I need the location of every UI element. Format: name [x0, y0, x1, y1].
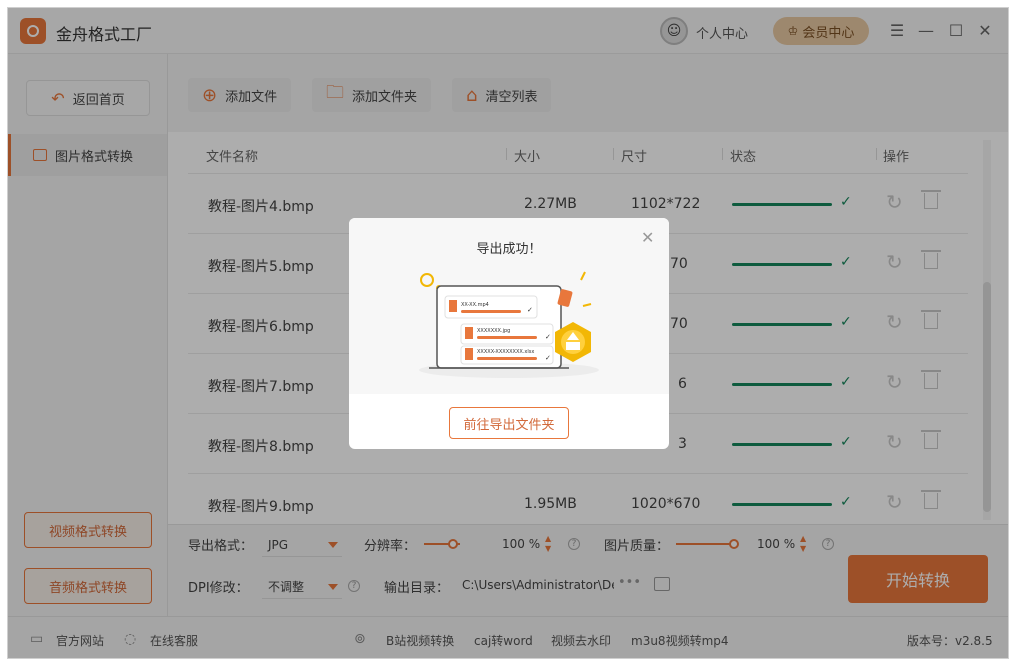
dialog-title: 导出成功！	[476, 242, 542, 257]
export-success-illustration: XX-XX.mp4 ✓ XXXXXXX.jpg ✓ XXXXX-XXXXXXXX…	[419, 271, 599, 378]
illus-file-name: XXXXXXX.jpg	[477, 328, 510, 334]
svg-text:✓: ✓	[527, 306, 533, 314]
svg-text:✓: ✓	[545, 354, 551, 362]
illus-file-name: XX-XX.mp4	[461, 302, 489, 308]
modal-overlay: 导出成功！ ✕ XX-XX.mp4 ✓ XXXXXXX.jpg ✓ XXXXX-…	[8, 8, 1008, 658]
close-icon[interactable]: ✕	[641, 228, 654, 247]
export-success-dialog: 导出成功！ ✕ XX-XX.mp4 ✓ XXXXXXX.jpg ✓ XXXXX-…	[349, 218, 669, 449]
go-to-export-folder-button[interactable]: 前往导出文件夹	[449, 407, 569, 439]
svg-text:✓: ✓	[545, 333, 551, 341]
app-window: 金舟格式工厂 ☺ 个人中心 ♔ 会员中心 ☰ — ☐ ✕ ↶ 返回首页 图片格式…	[7, 7, 1009, 659]
illus-file-name: XXXXX-XXXXXXXX.xlsx	[477, 349, 534, 355]
